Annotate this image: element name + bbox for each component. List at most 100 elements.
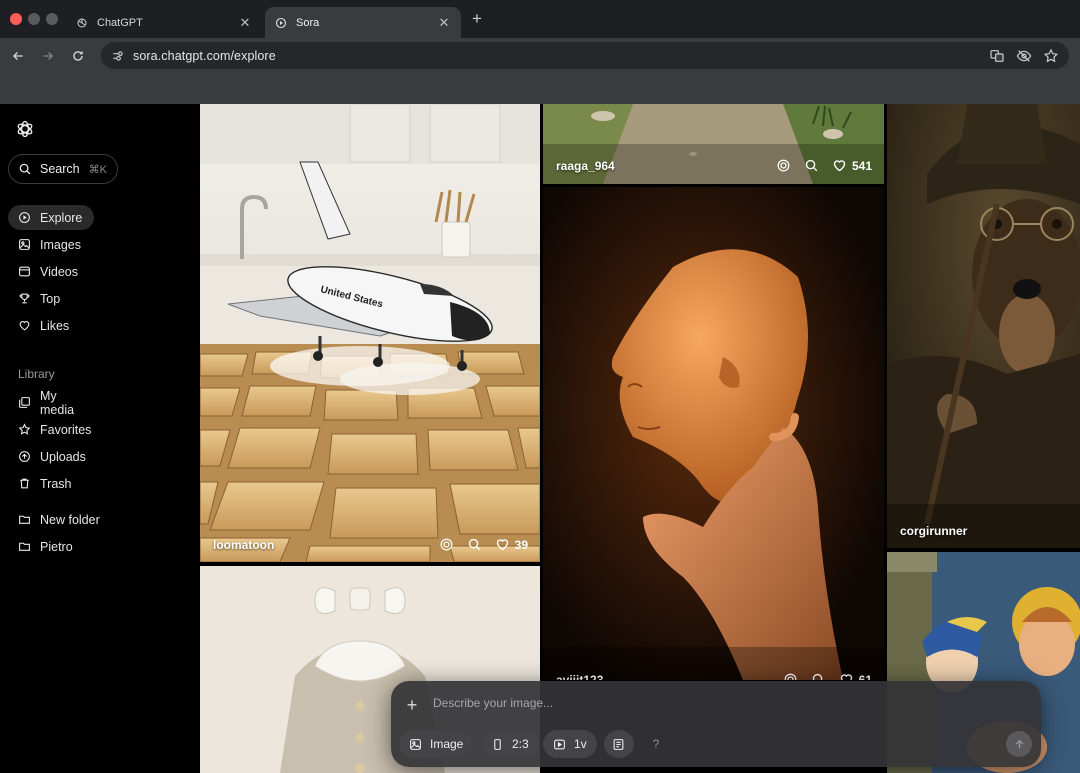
search-similar-icon[interactable] [804,158,819,173]
heart-icon [495,537,510,552]
videos-icon [18,265,31,278]
site-settings-icon[interactable] [111,49,125,63]
sidebar-item-trash[interactable]: Trash [8,471,94,496]
eye-off-icon[interactable] [1015,47,1032,64]
sidebar-item-folder-pietro[interactable]: Pietro [8,534,94,559]
prompt-input[interactable] [433,696,993,710]
browser-bookmark-area [0,72,1080,104]
like-button[interactable]: 541 [832,158,872,173]
url-text: sora.chatgpt.com/explore [133,48,276,63]
back-arrow-icon[interactable] [9,47,27,65]
browser-tab-sora[interactable]: Sora ✕ [265,7,461,38]
upload-icon [18,450,31,463]
card-actions: 61 [783,672,872,680]
sidebar-item-uploads[interactable]: Uploads [8,444,94,469]
search-shortcut: ⌘K [88,163,107,176]
images-icon [18,238,31,251]
presets-button[interactable] [604,730,634,758]
like-button[interactable]: 39 [495,537,528,552]
openai-logo-icon[interactable] [15,119,35,139]
presets-icon [612,738,625,751]
feed-card[interactable]: raaga_964 541 [543,104,884,184]
sidebar-item-label: Top [40,291,61,306]
card-username[interactable]: corgirunner [900,524,967,538]
tab-close-icon[interactable]: ✕ [238,15,252,31]
explore-icon [18,211,31,224]
sidebar-item-label: New folder [40,512,100,527]
aspect-ratio-button[interactable]: 2:3 [481,730,539,758]
search-similar-icon[interactable] [811,672,826,680]
card-username[interactable]: raaga_964 [556,159,615,173]
sidebar-item-likes[interactable]: Likes [8,313,94,338]
tab-label: Sora [296,16,320,29]
like-count: 541 [851,158,872,173]
browser-tab-bar: ChatGPT ✕ Sora ✕ + [0,0,1080,38]
window-close-button[interactable] [10,13,22,25]
sidebar-item-my-media[interactable]: My media [8,388,94,417]
sidebar: Search ⌘K Explore Images Videos Top Like… [0,104,199,773]
sidebar-item-label: Explore [40,210,83,225]
window-zoom-button[interactable] [46,13,58,25]
sidebar-item-top[interactable]: Top [8,286,94,311]
like-count: 39 [514,537,528,552]
like-button[interactable]: 61 [839,672,872,680]
search-similar-icon[interactable] [467,537,482,552]
send-button[interactable] [1006,731,1032,757]
window-minimize-button[interactable] [28,13,40,25]
card-image [543,187,884,680]
sidebar-item-images[interactable]: Images [8,232,94,257]
add-media-button[interactable]: + [404,695,420,716]
sidebar-item-new-folder[interactable]: New folder [8,507,118,532]
media-type-button[interactable]: Image [399,730,472,758]
bookmark-star-icon[interactable] [1042,47,1059,64]
heart-icon [18,319,31,332]
sidebar-item-label: Favorites [40,422,92,437]
sidebar-item-explore[interactable]: Explore [8,205,94,230]
sidebar-item-favorites[interactable]: Favorites [8,417,94,442]
sora-logo-icon [275,17,287,29]
variations-icon [553,738,566,751]
browser-toolbar: sora.chatgpt.com/explore [0,38,1080,72]
translate-icon[interactable] [988,47,1005,64]
remix-icon[interactable] [439,537,454,552]
search-icon [18,162,32,176]
heart-icon [839,672,854,680]
image-icon [409,738,422,751]
sidebar-item-label: Videos [40,264,78,279]
card-actions: 541 [776,158,872,173]
card-image [887,104,1080,548]
card-username[interactable]: aviiit123 [556,673,603,680]
card-image: United States [200,104,540,562]
card-actions: 39 [439,537,528,552]
new-tab-button[interactable]: + [468,9,486,29]
folder-icon [18,540,31,553]
sidebar-item-label: My media [40,388,75,417]
search-label: Search [40,162,80,176]
sidebar-item-videos[interactable]: Videos [8,259,94,284]
search-button[interactable]: Search ⌘K [8,154,118,184]
help-button[interactable]: ? [642,730,670,758]
remix-icon[interactable] [776,158,791,173]
remix-icon[interactable] [783,672,798,680]
variations-label: 1v [574,737,587,751]
forward-arrow-icon[interactable] [39,47,57,65]
arrow-up-icon [1015,739,1023,748]
heart-icon [832,158,847,173]
sidebar-item-label: Images [40,237,81,252]
browser-tab-chatgpt[interactable]: ChatGPT ✕ [66,7,262,38]
library-heading: Library [18,367,55,381]
media-type-label: Image [430,737,464,751]
chatgpt-logo-icon [76,17,88,29]
feed-card[interactable]: aviiit123 61 [543,187,884,680]
feed-card[interactable]: United States loomatoon 39 [200,104,540,562]
variations-button[interactable]: 1v [543,730,597,758]
card-username[interactable]: loomatoon [213,538,274,552]
reload-icon[interactable] [69,47,87,65]
media-icon [18,396,31,409]
prompt-composer: + Image 2:3 1v ? [391,681,1041,767]
feed-card[interactable]: corgirunner [887,104,1080,548]
aspect-ratio-icon [491,738,504,751]
aspect-ratio-label: 2:3 [512,737,529,751]
tab-close-icon[interactable]: ✕ [437,15,451,31]
address-bar[interactable]: sora.chatgpt.com/explore [101,42,1069,69]
